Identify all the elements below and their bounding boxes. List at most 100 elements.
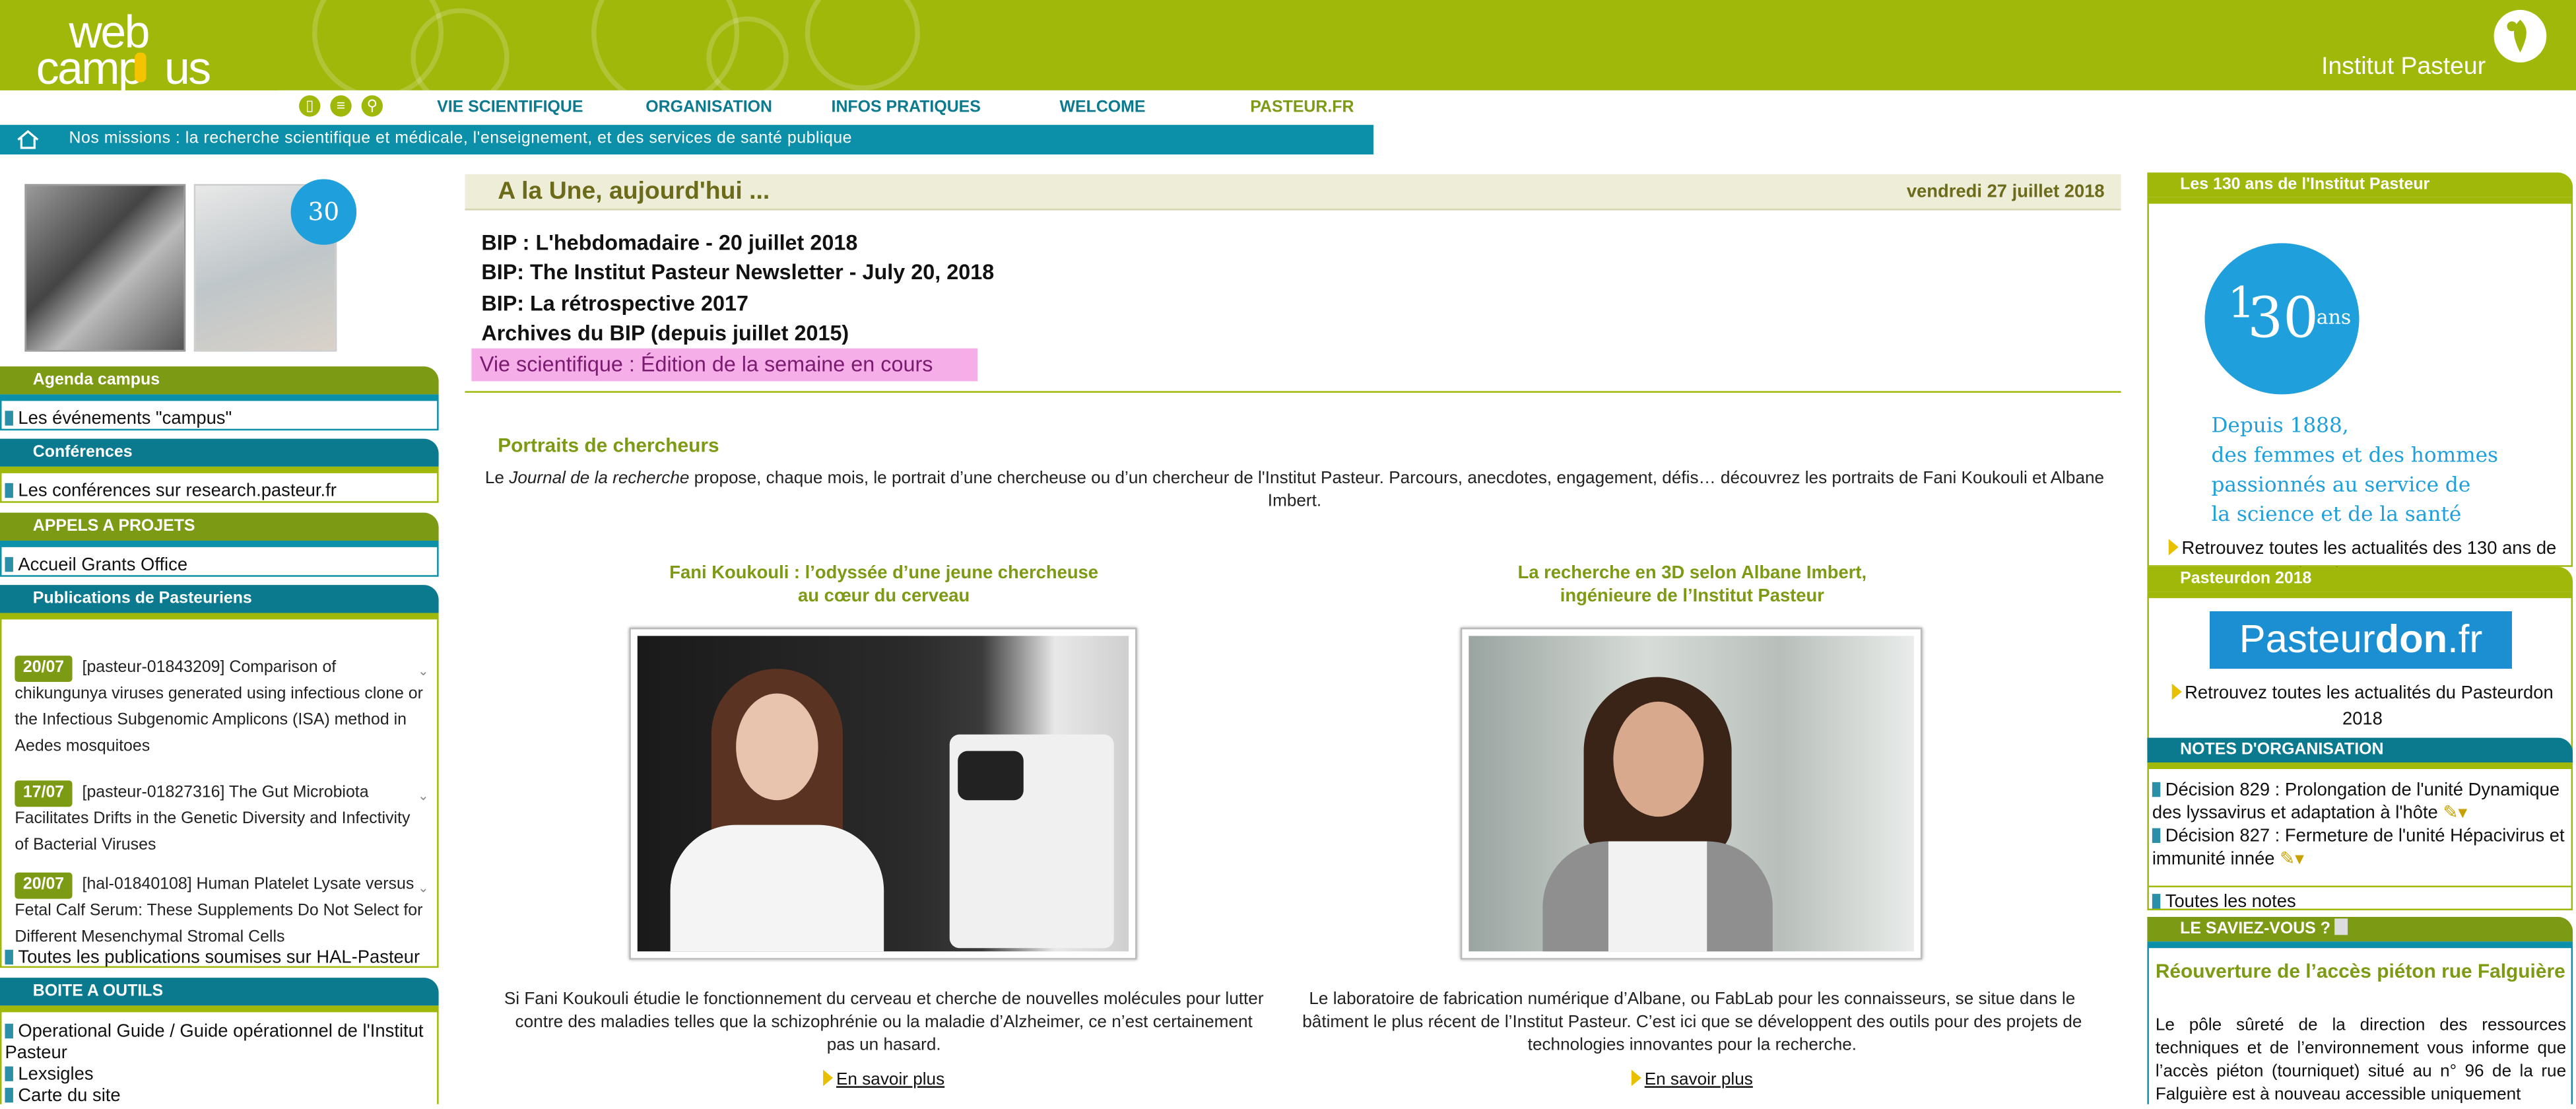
publication-text[interactable]: [pasteur-01827316] The Gut Microbiota Fa…	[15, 784, 410, 854]
edit-icon[interactable]: ✎▾	[2443, 803, 2467, 823]
webcampus-logo-campus[interactable]: camp us	[36, 45, 211, 91]
publication-text[interactable]: [pasteur-01843209] Comparison of chikung…	[15, 659, 423, 756]
list-icon[interactable]: ≡	[330, 95, 352, 117]
notes-content: Décision 829 : Prolongation de l'unité D…	[2147, 762, 2573, 912]
portrait-1-more[interactable]: En savoir plus	[823, 1069, 944, 1089]
bip-newsletter-link[interactable]: BIP: The Institut Pasteur Newsletter - J…	[481, 259, 994, 284]
130-tagline: Depuis 1888, des femmes et des hommes pa…	[2211, 411, 2498, 529]
boite-title: BOITE A OUTILS	[0, 978, 439, 1006]
chevron-down-icon[interactable]: ⌄	[418, 784, 429, 810]
chevron-down-icon[interactable]: ⌄	[418, 876, 429, 902]
notes-box: NOTES D'ORGANISATION Décision 829 : Prol…	[2147, 737, 2573, 912]
nav-welcome[interactable]: WELCOME	[1060, 98, 1146, 116]
portrait-2-title-line[interactable]: ingénieure de l’Institut Pasteur	[1430, 585, 1956, 608]
microscope-eyepiece-shape	[958, 751, 1024, 801]
portrait-2-more[interactable]: En savoir plus	[1631, 1069, 1753, 1089]
divider	[465, 391, 2121, 393]
chevron-down-icon[interactable]: ⌄	[418, 659, 429, 685]
vie-scientifique-link[interactable]: Vie scientifique : Édition de la semaine…	[471, 348, 978, 382]
tagline-line: des femmes et des hommes	[2211, 442, 2499, 467]
note-item[interactable]: Décision 827 : Fermeture de l'unité Hépa…	[2152, 825, 2571, 871]
pasteurdon-link[interactable]: Retrouvez toutes les actualités du Paste…	[2185, 684, 2554, 730]
agenda-title: Agenda campus	[0, 366, 439, 395]
institut-pasteur-label[interactable]: Institut Pasteur	[2321, 53, 2486, 81]
mobile-icon[interactable]: ▯	[299, 95, 321, 117]
boite-item[interactable]: Lexsigles	[5, 1065, 437, 1086]
publication-text[interactable]: [hal-01840108] Human Platelet Lysate ver…	[15, 876, 422, 947]
operational-guide-link[interactable]: Operational Guide / Guide opérationnel d…	[5, 1022, 423, 1063]
header-banner	[0, 0, 2576, 90]
note-link[interactable]: Décision 827 : Fermeture de l'unité Hépa…	[2152, 826, 2565, 869]
appels-box: APPELS A PROJETS Accueil Grants Office	[0, 512, 439, 577]
conferences-content: Les conférences sur research.pasteur.fr	[0, 466, 439, 503]
appels-content: Accueil Grants Office	[0, 540, 439, 577]
intro-text: propose, chaque mois, le portrait d’une …	[689, 468, 2105, 512]
note-link[interactable]: Décision 829 : Prolongation de l'unité D…	[2152, 780, 2559, 823]
logo-part: .fr	[2447, 617, 2483, 663]
institut-pasteur-logo-icon[interactable]	[2493, 9, 2547, 63]
agenda-link[interactable]: Les événements "campus"	[18, 409, 232, 429]
logo-part: don	[2375, 617, 2448, 663]
boite-item[interactable]: Operational Guide / Guide opérationnel d…	[5, 1022, 437, 1065]
logo-part: Pasteur	[2239, 617, 2375, 663]
portrait-1-description: Si Fani Koukouli étudie le fonctionnemen…	[504, 989, 1264, 1056]
nav-icons: ▯ ≡ ⚲	[289, 95, 383, 117]
portrait-1-title-line[interactable]: Fani Koukouli : l’odyssée d’une jeune ch…	[624, 562, 1144, 585]
bullet-icon	[5, 556, 13, 572]
document-icon	[2334, 918, 2348, 935]
bip-retrospective-link[interactable]: BIP: La rétrospective 2017	[481, 291, 748, 316]
note-item[interactable]: Décision 829 : Prolongation de l'unité D…	[2152, 779, 2571, 825]
portrait-2-photo[interactable]	[1460, 627, 1923, 960]
130-ans-logo[interactable]: 1 30 ans	[2204, 243, 2360, 395]
boite-box: BOITE A OUTILS Operational Guide / Guide…	[0, 978, 439, 1104]
bullet-icon	[5, 949, 13, 965]
saviez-title: LE SAVIEZ-VOUS ?	[2147, 916, 2573, 942]
saviez-content: Réouverture de l’accès piéton rue Falgui…	[2147, 941, 2573, 1104]
tagline-line: passionnés au service de	[2211, 471, 2471, 496]
lexsigles-link[interactable]: Lexsigles	[18, 1065, 93, 1085]
portrait-1-title[interactable]: Fani Koukouli : l’odyssée d’une jeune ch…	[624, 562, 1144, 608]
saviez-headline[interactable]: Réouverture de l’accès piéton rue Falgui…	[2156, 958, 2566, 984]
arrow-right-icon	[2171, 683, 2182, 700]
bip-hebdo-link[interactable]: BIP : L'hebdomadaire - 20 juillet 2018	[481, 230, 857, 254]
portrait-2-title[interactable]: La recherche en 3D selon Albane Imbert, i…	[1430, 562, 1956, 608]
nav-organisation[interactable]: ORGANISATION	[645, 98, 772, 116]
portrait-1-photo[interactable]	[629, 627, 1137, 960]
search-icon[interactable]: ⚲	[361, 95, 383, 117]
publication-item[interactable]: 17/07 [pasteur-01827316] The Gut Microbio…	[15, 780, 429, 859]
edit-icon[interactable]: ✎▾	[2280, 850, 2304, 869]
all-notes[interactable]: Toutes les notes	[2152, 891, 2296, 914]
pasteurdon-logo[interactable]: Pasteurdon.fr	[2209, 611, 2512, 669]
portrait-2-more-link[interactable]: En savoir plus	[1645, 1069, 1753, 1089]
publications-title: Publications de Pasteuriens	[0, 585, 439, 613]
conferences-link[interactable]: Les conférences sur research.pasteur.fr	[18, 481, 336, 501]
portrait-2-title-line[interactable]: La recherche en 3D selon Albane Imbert,	[1430, 562, 1956, 585]
boite-item[interactable]: Carte du site	[5, 1086, 437, 1104]
publication-item[interactable]: 20/07 [hal-01840108] Human Platelet Lysat…	[15, 872, 429, 951]
bip-archives-link[interactable]: Archives du BIP (depuis juillet 2015)	[481, 320, 849, 345]
nav-vie-scientifique[interactable]: VIE SCIENTIFIQUE	[437, 98, 583, 116]
all-notes-link[interactable]: Toutes les notes	[2165, 892, 2296, 912]
bullet-icon	[2152, 782, 2161, 797]
pasteurdon-link-wrap[interactable]: Retrouvez toutes les actualités du Paste…	[2165, 681, 2559, 733]
carte-du-site-link[interactable]: Carte du site	[18, 1086, 120, 1104]
130-ans-badge: 30	[290, 179, 357, 245]
home-icon[interactable]	[17, 130, 40, 150]
publication-date: 20/07	[15, 872, 73, 899]
agenda-box: Agenda campus Les événements "campus"	[0, 366, 439, 431]
portraits-title: Portraits de chercheurs	[498, 434, 719, 457]
portrait-1-title-line[interactable]: au cœur du cerveau	[624, 585, 1144, 608]
portraits-intro: Le Journal de la recherche propose, chaq…	[477, 467, 2113, 513]
portrait-2-image	[1469, 636, 1914, 952]
bullet-icon	[5, 411, 13, 426]
portrait-1-more-link[interactable]: En savoir plus	[836, 1069, 944, 1089]
all-publications-link[interactable]: Toutes les publications soumises sur HAL…	[18, 948, 420, 968]
publication-item[interactable]: 20/07 [pasteur-01843209] Comparison of ch…	[15, 655, 429, 760]
publication-date: 17/07	[15, 780, 73, 807]
grants-office-link[interactable]: Accueil Grants Office	[18, 555, 187, 575]
appels-title: APPELS A PROJETS	[0, 512, 439, 541]
nav-infos-pratiques[interactable]: INFOS PRATIQUES	[832, 98, 981, 116]
nav-pasteur-fr[interactable]: PASTEUR.FR	[1250, 98, 1354, 116]
tagline-line: Depuis 1888,	[2211, 412, 2349, 438]
saviez-box: LE SAVIEZ-VOUS ? Réouverture de l’accès …	[2147, 916, 2573, 1104]
